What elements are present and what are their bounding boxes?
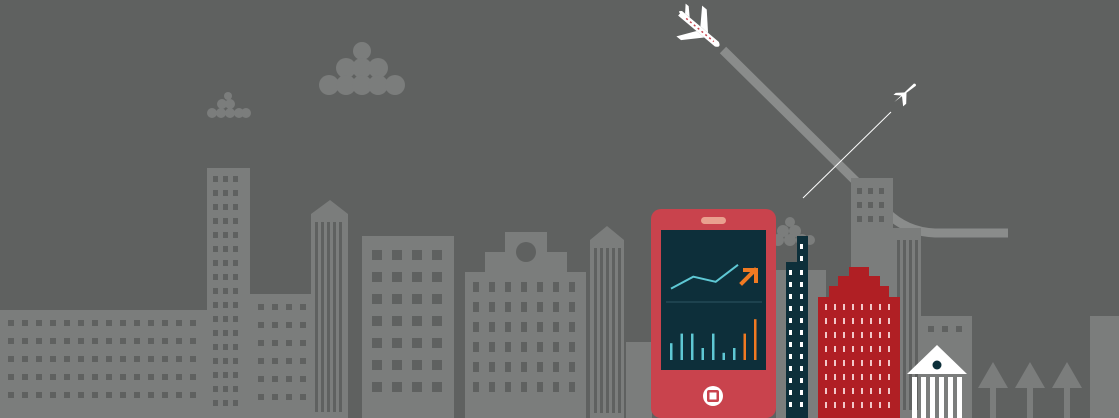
speaker-slot	[701, 217, 726, 224]
bar-orange	[743, 333, 746, 360]
bar-teal	[670, 343, 673, 360]
bar-teal	[680, 333, 683, 360]
bar-teal	[722, 352, 725, 360]
smartphone-icon	[651, 209, 776, 418]
bar-teal	[712, 333, 715, 360]
tree-icon	[978, 362, 1082, 418]
bar-teal	[733, 348, 736, 360]
home-button-icon[interactable]	[703, 386, 723, 406]
teal-skyscraper	[786, 236, 808, 418]
bar-teal	[701, 348, 704, 360]
bar-orange	[754, 319, 757, 360]
bar-teal	[691, 333, 694, 360]
city-finance-illustration	[0, 0, 1119, 418]
red-building	[818, 267, 900, 418]
